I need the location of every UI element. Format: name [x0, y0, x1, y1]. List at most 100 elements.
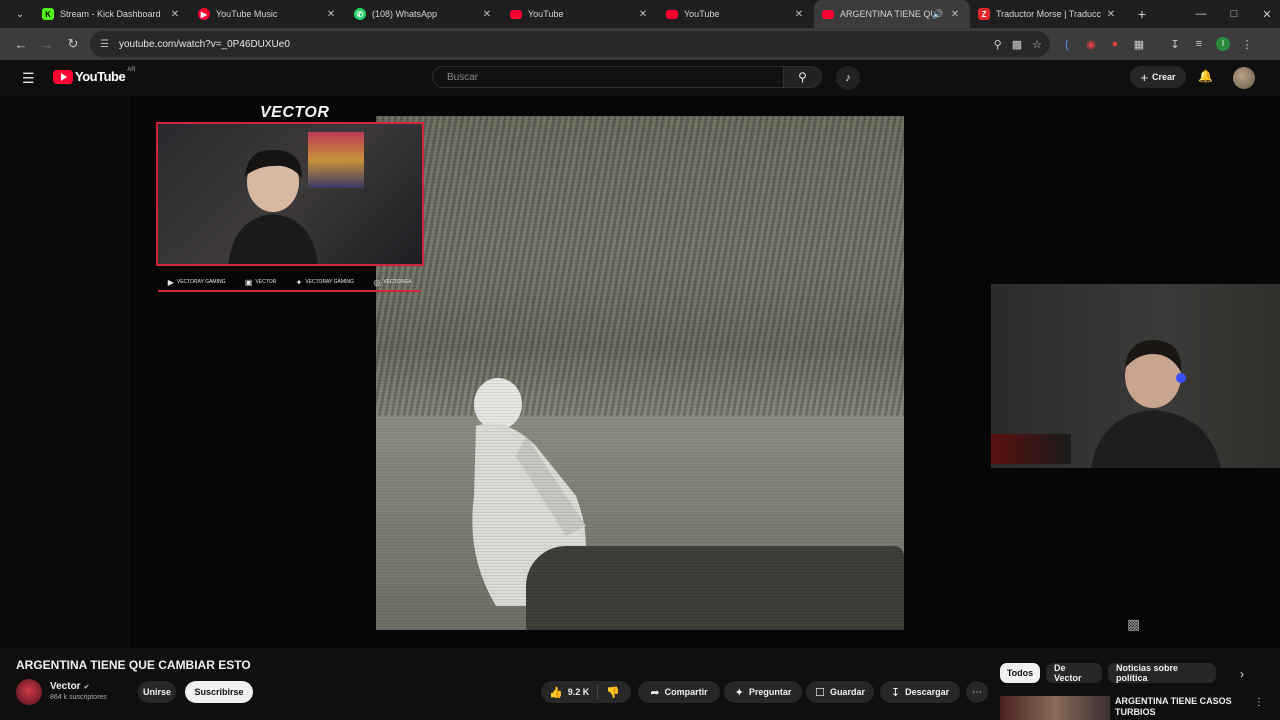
reload-icon[interactable]: ↻ — [60, 36, 86, 52]
url-text: youtube.com/watch?v=_0P46DUXUe0 — [118, 38, 290, 50]
download-icon[interactable]: ↧ — [1168, 38, 1182, 51]
minimize-icon[interactable]: — — [1184, 0, 1218, 28]
save-button[interactable]: ☐ Guardar — [806, 681, 874, 703]
channel-avatar[interactable] — [16, 679, 42, 705]
recommendation-menu-icon[interactable]: ⋮ — [1254, 697, 1264, 708]
search-placeholder: Buscar — [447, 71, 479, 83]
tab-label: YouTube — [684, 9, 720, 19]
address-bar: ← → ↻ ☰ youtube.com/watch?v=_0P46DUXUe0 … — [0, 28, 1280, 60]
close-icon[interactable]: ✕ — [480, 9, 494, 20]
browser-tab-translator[interactable]: Z Traductor Morse | Traducc ✕ — [970, 0, 1126, 28]
microphone-icon: ♪ — [845, 72, 851, 84]
video-frame-archive-footage — [376, 116, 904, 630]
video-title: ARGENTINA TIENE QUE CAMBIAR ESTO — [16, 658, 251, 672]
record-icon[interactable]: ● — [1108, 38, 1122, 50]
media-control-icon[interactable]: ≡ — [1192, 38, 1206, 50]
channel-name[interactable]: Vector ✔ — [50, 681, 89, 692]
youtube-icon — [822, 9, 834, 19]
youtube-logo[interactable]: YouTube AR — [53, 67, 136, 84]
bookmark-icon: ☐ — [815, 686, 825, 699]
chip-label: De Vector — [1054, 663, 1082, 683]
browser-menu-icon[interactable]: ⋮ — [1240, 38, 1254, 51]
site-info-icon[interactable]: ☰ — [100, 39, 109, 50]
ask-label: Preguntar — [748, 687, 792, 697]
twitter-icon: ✦ — [295, 277, 303, 287]
chip-from-channel[interactable]: De Vector — [1046, 663, 1102, 683]
recommendation-thumbnail[interactable] — [1000, 696, 1110, 720]
overlay-brand: VECTOR — [260, 104, 330, 121]
chip-all[interactable]: Todos — [1000, 663, 1040, 683]
tab-label: (108) WhatsApp — [372, 9, 438, 19]
search-input[interactable]: Buscar — [432, 66, 784, 88]
like-count: 9.2 K — [567, 687, 590, 697]
thumbs-up-icon: 👍 — [549, 686, 563, 699]
browser-tab-whatsapp[interactable]: ✆ (108) WhatsApp ✕ — [346, 0, 502, 28]
download-label: Descargar — [905, 687, 950, 697]
bookmark-star-icon[interactable]: ☆ — [1032, 38, 1042, 51]
url-field[interactable]: ☰ youtube.com/watch?v=_0P46DUXUe0 ⚲ ▩ ☆ — [90, 31, 1050, 57]
extension-translate-icon[interactable]: ❲ — [1060, 38, 1074, 51]
chevron-right-icon[interactable]: › — [1240, 667, 1244, 681]
browser-tab-youtube-2[interactable]: YouTube ✕ — [658, 0, 814, 28]
extensions-icon[interactable]: ▦ — [1132, 38, 1146, 51]
zoom-icon[interactable]: ⚲ — [994, 38, 1002, 51]
extension-shield-icon[interactable]: ◉ — [1084, 38, 1098, 51]
save-label: Guardar — [829, 687, 865, 697]
profile-icon[interactable]: I — [1216, 37, 1230, 51]
chip-politics-news[interactable]: Noticias sobre política — [1108, 663, 1216, 683]
close-icon[interactable]: ✕ — [324, 9, 338, 20]
browser-tab-youtube-music[interactable]: ▶ YouTube Music ✕ — [190, 0, 346, 28]
share-label: Compartir — [664, 687, 708, 697]
youtube-play-icon — [53, 69, 73, 84]
close-icon[interactable]: ✕ — [792, 9, 806, 20]
join-button[interactable]: Unirse — [138, 681, 176, 703]
account-avatar[interactable] — [1233, 67, 1255, 89]
dislike-button[interactable]: 👎 — [598, 686, 628, 699]
create-label: Crear — [1152, 72, 1176, 82]
back-icon[interactable]: ← — [8, 37, 34, 52]
browser-tabstrip: ⌄ K Stream - Kick Dashboard ✕ ▶ YouTube … — [0, 0, 1280, 28]
window-close-icon[interactable]: ✕ — [1250, 0, 1280, 28]
close-icon[interactable]: ✕ — [168, 9, 182, 20]
scanline-overlay — [376, 116, 904, 630]
notifications-bell-icon[interactable]: 🔔 — [1198, 69, 1213, 83]
streamer-person — [228, 149, 318, 264]
like-dislike-group: 👍 9.2 K 👎 — [541, 681, 631, 703]
subscribe-button[interactable]: Suscribirse — [185, 681, 253, 703]
browser-tab-kick[interactable]: K Stream - Kick Dashboard ✕ — [34, 0, 190, 28]
forward-icon[interactable]: → — [34, 37, 60, 52]
speaker-icon[interactable]: 🔊 — [932, 9, 944, 20]
chip-label: Todos — [1006, 668, 1034, 678]
recommendation-title[interactable]: ARGENTINA TIENE CASOS TURBIOS — [1115, 696, 1245, 718]
menu-icon[interactable]: ☰ — [22, 70, 35, 87]
tab-search-icon[interactable]: ⌄ — [6, 3, 34, 25]
subscriber-count: 864 k suscriptores — [50, 694, 107, 701]
download-button[interactable]: ↧ Descargar — [880, 681, 960, 703]
browser-tab-youtube[interactable]: YouTube ✕ — [502, 0, 658, 28]
browser-tab-active[interactable]: ARGENTINA TIENE QUE 🔊 ✕ — [814, 0, 970, 28]
ask-button[interactable]: ✦ Preguntar — [724, 681, 802, 703]
sparkle-icon: ✦ — [734, 686, 744, 699]
create-button[interactable]: + Crear — [1130, 66, 1186, 88]
like-button[interactable]: 👍 9.2 K — [541, 685, 599, 699]
tab-label: Stream - Kick Dashboard — [60, 9, 161, 19]
more-actions-icon[interactable]: ⋯ — [966, 681, 988, 703]
whatsapp-icon: ✆ — [354, 8, 366, 20]
voice-search-button[interactable]: ♪ — [836, 66, 860, 90]
social-kick: ▣ VECTOR — [245, 278, 276, 287]
close-icon[interactable]: ✕ — [1104, 9, 1118, 20]
social-text: VECTORAY GAMING — [176, 279, 226, 285]
share-button[interactable]: ➦ Compartir — [638, 681, 720, 703]
close-icon[interactable]: ✕ — [948, 9, 962, 20]
cast-icon[interactable]: ▩ — [1012, 38, 1022, 51]
youtube-icon — [666, 9, 678, 19]
new-tab-icon[interactable]: + — [1130, 6, 1154, 22]
social-text: VECTOR — [255, 279, 277, 285]
kick-icon: ▣ — [244, 277, 253, 287]
verified-icon: ✔ — [83, 684, 90, 691]
rgb-keyboard — [991, 434, 1071, 464]
channel-watermark-icon[interactable]: ▩ — [1127, 616, 1151, 636]
search-button[interactable]: ⚲ — [784, 66, 822, 88]
close-icon[interactable]: ✕ — [636, 9, 650, 20]
maximize-icon[interactable]: □ — [1217, 0, 1251, 28]
